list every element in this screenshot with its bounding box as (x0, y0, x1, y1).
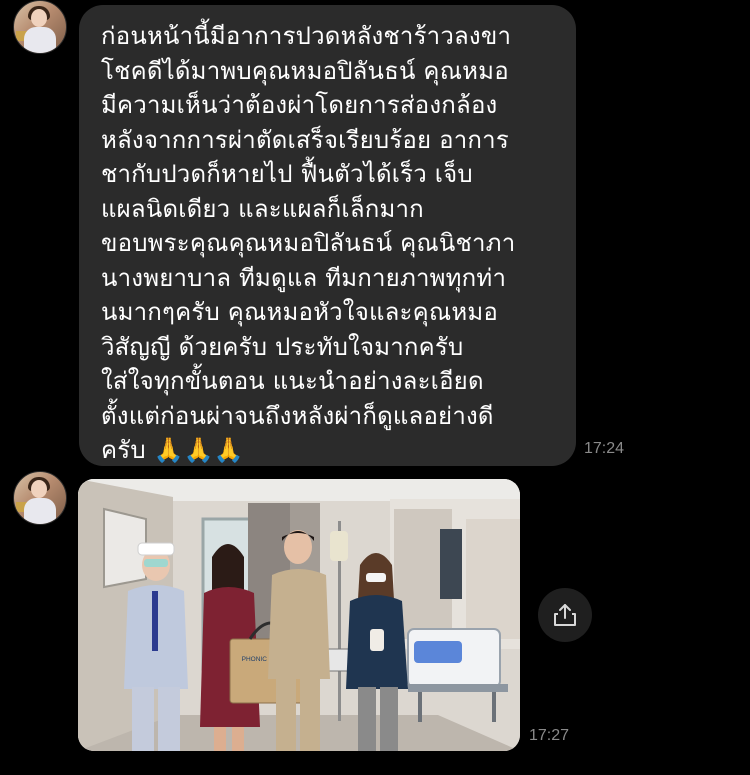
message-timestamp: 17:24 (584, 440, 625, 457)
photo-message[interactable]: PHONIC HOSPITAL (78, 479, 520, 751)
message-timestamp: 17:27 (529, 727, 570, 744)
sender-avatar[interactable] (13, 0, 67, 54)
sender-avatar[interactable] (13, 471, 67, 525)
message-text: ก่อนหน้านี้มีอาการปวดหลังชาร้าวลงขา โชคด… (101, 22, 516, 464)
share-icon (554, 604, 576, 626)
hospital-room-photo: PHONIC HOSPITAL (78, 479, 520, 751)
chat-view: ก่อนหน้านี้มีอาการปวดหลังชาร้าวลงขา โชคด… (0, 0, 750, 775)
message-bubble[interactable]: ก่อนหน้านี้มีอาการปวดหลังชาร้าวลงขา โชคด… (79, 5, 576, 466)
share-button[interactable] (538, 588, 592, 642)
